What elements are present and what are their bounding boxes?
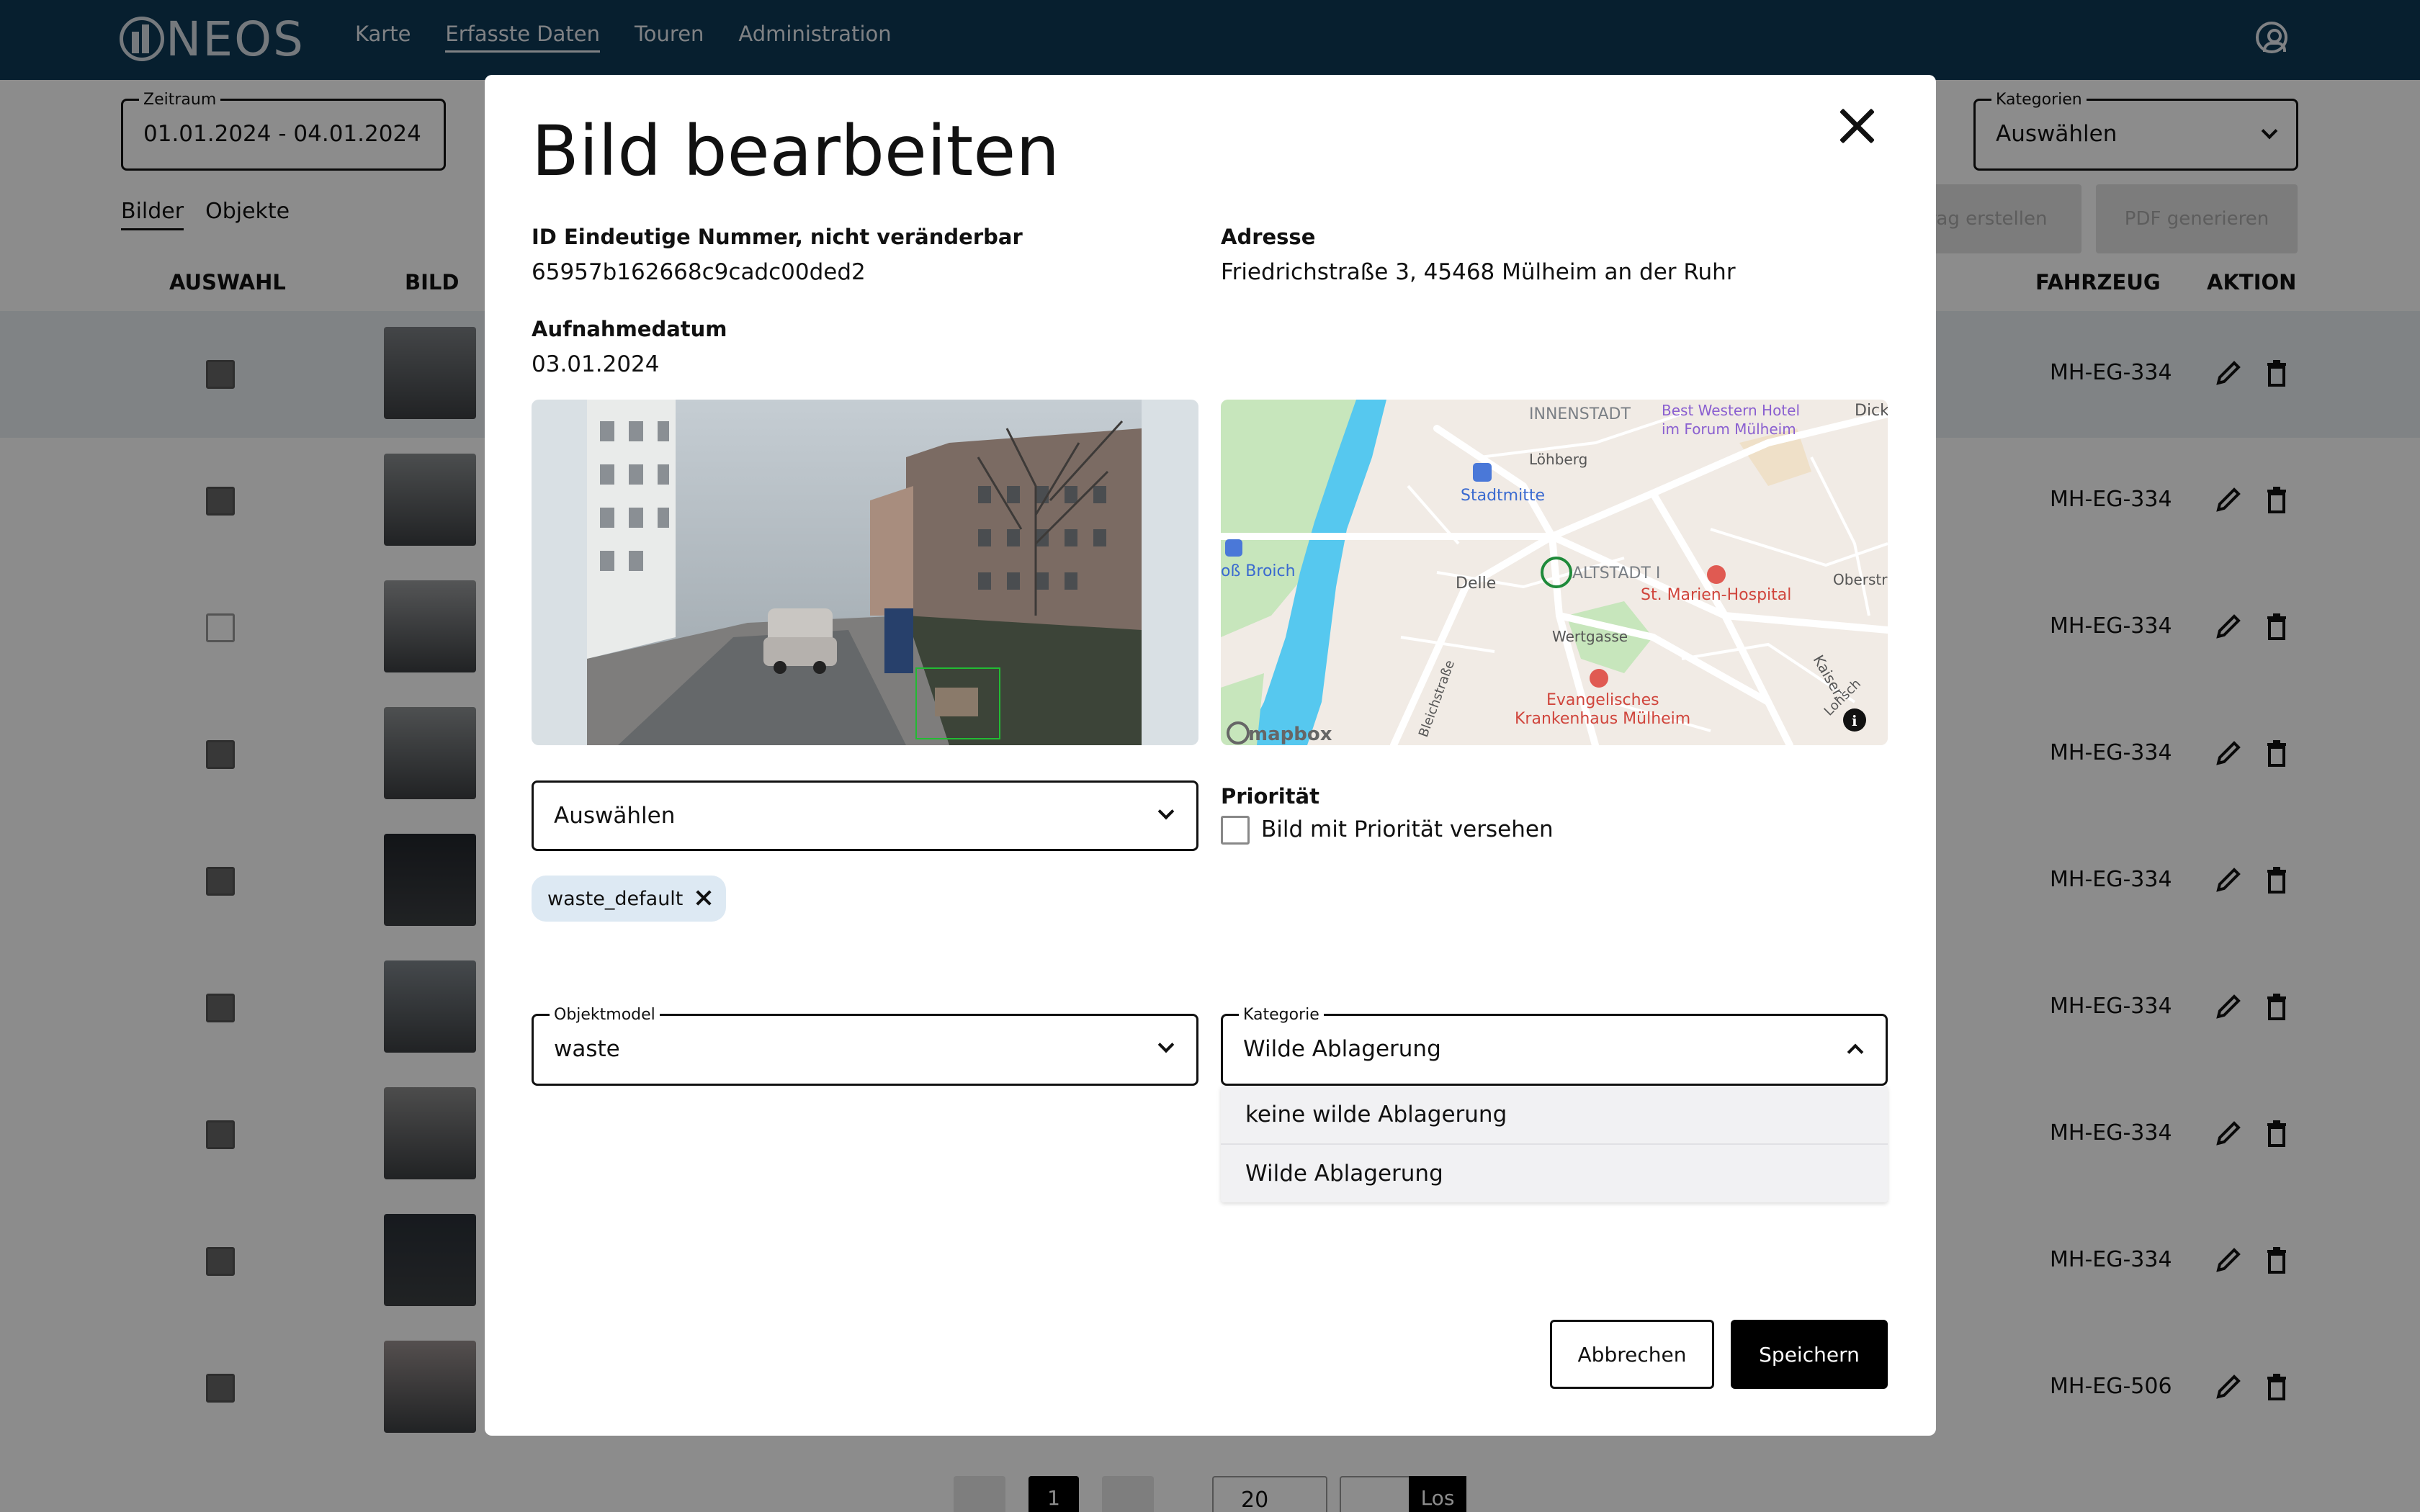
tag-chip: waste_default [532, 876, 727, 922]
prioritaet-label: Priorität [1221, 784, 1319, 809]
id-label: ID Eindeutige Nummer, nicht veränderbar [532, 225, 1023, 249]
aufnahmedatum-value: 03.01.2024 [532, 351, 660, 377]
map-label: Oberstr [1833, 571, 1888, 588]
tag-select[interactable]: Auswählen [532, 780, 1198, 851]
location-map-image: INNENSTADT Best Western Hotel im Forum M… [1221, 400, 1888, 745]
kategorie-label: Kategorie [1239, 1006, 1324, 1024]
close-icon[interactable] [694, 888, 713, 907]
map-label: Löhberg [1529, 451, 1587, 468]
map-label: Evangelisches [1546, 691, 1659, 709]
street-photo [532, 400, 1198, 745]
chevron-down-icon [1157, 803, 1175, 820]
chevron-down-icon [1157, 1036, 1175, 1053]
map-label: Dick [1855, 402, 1888, 420]
save-button[interactable]: Speichern [1731, 1320, 1888, 1389]
svg-text:i: i [1852, 712, 1857, 729]
tag-chip-label: waste_default [547, 887, 684, 910]
hospital-icon [1590, 669, 1608, 688]
adresse-label: Adresse [1221, 225, 1316, 249]
chevron-up-icon [1847, 1043, 1864, 1061]
dialog-title: Bild bearbeiten [532, 111, 1060, 192]
objektmodel-label: Objektmodel [550, 1006, 660, 1024]
map-label: Stadtmitte [1461, 487, 1545, 505]
mapbox-logo: mapbox [1248, 724, 1332, 745]
location-map[interactable]: INNENSTADT Best Western Hotel im Forum M… [1221, 400, 1888, 745]
map-label: St. Marien-Hospital [1641, 586, 1791, 604]
map-label: Delle [1456, 575, 1496, 593]
transit-icon [1225, 539, 1242, 557]
close-icon[interactable] [1832, 101, 1882, 151]
edit-image-dialog: Bild bearbeiten ID Eindeutige Nummer, ni… [485, 75, 1936, 1436]
map-label: INNENSTADT [1529, 405, 1631, 423]
map-label: im Forum Mülheim [1662, 420, 1796, 438]
transit-icon [1473, 463, 1492, 482]
kategorie-option[interactable]: keine wilde Ablagerung [1221, 1086, 1888, 1143]
kategorie-value: Wilde Ablagerung [1243, 1036, 1441, 1062]
map-label: oß Broich [1221, 562, 1296, 580]
map-label: Wertgasse [1552, 628, 1628, 645]
kategorie-select[interactable]: Kategorie Wilde Ablagerung [1221, 1006, 1888, 1086]
map-label: Best Western Hotel [1662, 402, 1800, 419]
tag-select-placeholder: Auswählen [554, 803, 676, 829]
adresse-value: Friedrichstraße 3, 45468 Mülheim an der … [1221, 259, 1736, 285]
objektmodel-value: waste [554, 1036, 620, 1062]
map-label: ALTSTADT I [1572, 564, 1660, 582]
hospital-icon [1707, 565, 1726, 584]
priority-checkbox-label[interactable]: Bild mit Priorität versehen [1261, 816, 1554, 842]
priority-checkbox[interactable] [1221, 816, 1250, 845]
map-label: Krankenhaus Mülheim [1515, 710, 1690, 728]
cancel-button[interactable]: Abbrechen [1550, 1320, 1714, 1389]
objektmodel-select[interactable]: Objektmodel waste [532, 1006, 1198, 1086]
id-value: 65957b162668c9cadc00ded2 [532, 259, 866, 285]
aufnahmedatum-label: Aufnahmedatum [532, 317, 727, 341]
kategorie-option[interactable]: Wilde Ablagerung [1221, 1143, 1888, 1201]
street-photo-image [587, 400, 1142, 745]
kategorie-dropdown: keine wilde Ablagerung Wilde Ablagerung [1221, 1086, 1888, 1202]
